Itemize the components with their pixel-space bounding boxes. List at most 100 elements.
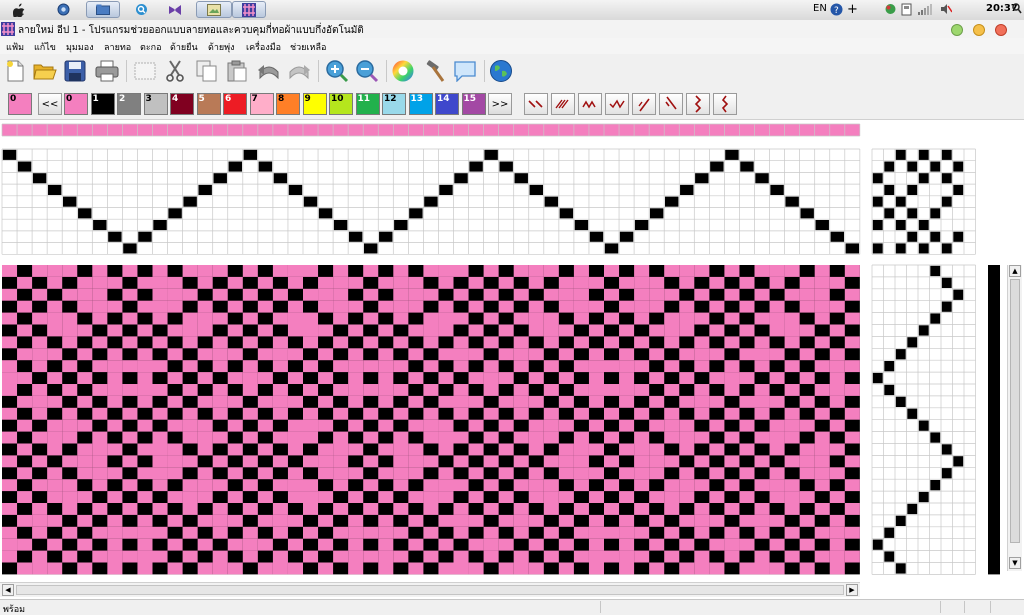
drawdown-weft-cell[interactable] xyxy=(784,503,800,515)
threading-cell[interactable] xyxy=(499,161,513,172)
drawdown-weft-cell[interactable] xyxy=(62,407,78,420)
drawdown-weft-cell[interactable] xyxy=(17,300,33,313)
drawdown-weft-cell[interactable] xyxy=(694,336,710,349)
drawdown-weft-cell[interactable] xyxy=(453,312,469,325)
drawdown-weft-cell[interactable] xyxy=(634,455,650,468)
drawdown-weft-cell[interactable] xyxy=(333,479,349,492)
drawdown-weft-cell[interactable] xyxy=(619,550,635,563)
threading-cell[interactable] xyxy=(559,208,574,219)
drawdown-weft-cell[interactable] xyxy=(543,431,559,444)
drawdown-weft-cell[interactable] xyxy=(498,419,514,432)
drawdown-weft-cell[interactable] xyxy=(679,265,695,277)
drawdown-weft-cell[interactable] xyxy=(182,407,198,420)
drawdown-weft-cell[interactable] xyxy=(408,324,424,337)
menu-file[interactable]: แฟ้ม xyxy=(6,40,24,54)
drawdown-weft-cell[interactable] xyxy=(814,431,830,444)
drawdown-weft-cell[interactable] xyxy=(272,312,288,325)
drawdown-weft-cell[interactable] xyxy=(408,514,424,527)
drawdown-weft-cell[interactable] xyxy=(829,395,845,408)
drawdown-weft-cell[interactable] xyxy=(528,479,544,492)
drawdown-weft-cell[interactable] xyxy=(543,265,559,277)
drawdown-weft-cell[interactable] xyxy=(378,526,394,539)
drawdown-weft-cell[interactable] xyxy=(438,467,454,480)
drawdown-weft-cell[interactable] xyxy=(829,491,845,503)
drawdown-weft-cell[interactable] xyxy=(212,514,228,527)
drawdown-weft-cell[interactable] xyxy=(694,407,710,420)
drawdown-weft-cell[interactable] xyxy=(814,265,830,277)
drawdown-weft-cell[interactable] xyxy=(197,372,213,384)
drawdown-weft-cell[interactable] xyxy=(784,288,800,301)
drawdown-weft-cell[interactable] xyxy=(739,538,755,551)
threading-cell[interactable] xyxy=(153,220,167,231)
drawdown-weft-cell[interactable] xyxy=(287,562,303,575)
drawdown-weft-cell[interactable] xyxy=(619,360,635,373)
drawdown-weft-cell[interactable] xyxy=(453,384,469,396)
drawdown-weft-cell[interactable] xyxy=(649,300,665,313)
drawdown-weft-cell[interactable] xyxy=(378,384,394,396)
drawdown-weft-cell[interactable] xyxy=(679,324,695,337)
drawdown-weft-cell[interactable] xyxy=(227,514,243,527)
drawdown-weft-cell[interactable] xyxy=(754,336,770,349)
drawdown-weft-cell[interactable] xyxy=(167,443,183,456)
drawdown-weft-cell[interactable] xyxy=(423,384,439,396)
drawdown-weft-cell[interactable] xyxy=(257,372,273,384)
drawdown-weft-cell[interactable] xyxy=(664,312,680,325)
drawdown-weft-cell[interactable] xyxy=(754,526,770,539)
drawdown-weft-cell[interactable] xyxy=(543,455,559,468)
drawdown-weft-cell[interactable] xyxy=(272,562,288,575)
drawdown-weft-cell[interactable] xyxy=(558,514,574,527)
drawdown-weft-cell[interactable] xyxy=(227,562,243,575)
drawdown-weft-cell[interactable] xyxy=(287,467,303,480)
drawdown-weft-cell[interactable] xyxy=(393,288,409,301)
drawdown-weft-cell[interactable] xyxy=(257,395,273,408)
drawdown-weft-cell[interactable] xyxy=(438,372,454,384)
drawdown-weft-cell[interactable] xyxy=(107,514,123,527)
tieup-cell[interactable] xyxy=(884,184,895,195)
drawdown-weft-cell[interactable] xyxy=(152,443,168,456)
palette-swatch-10[interactable]: 10 xyxy=(329,93,353,115)
drawdown-weft-cell[interactable] xyxy=(333,526,349,539)
drawdown-weft-cell[interactable] xyxy=(483,550,499,563)
drawdown-weft-cell[interactable] xyxy=(32,360,48,373)
drawdown-weft-cell[interactable] xyxy=(62,479,78,492)
threading-cell[interactable] xyxy=(800,208,814,219)
drawdown-weft-cell[interactable] xyxy=(32,395,48,408)
threading-cell[interactable] xyxy=(93,220,107,231)
drawdown-weft-cell[interactable] xyxy=(588,526,604,539)
treadling-cell[interactable] xyxy=(895,396,906,407)
drawdown-weft-cell[interactable] xyxy=(17,276,33,289)
drawdown-weft-cell[interactable] xyxy=(634,300,650,313)
drawdown-weft-cell[interactable] xyxy=(679,467,695,480)
menu-pattern[interactable]: ลายทอ xyxy=(104,40,131,54)
drawdown-weft-cell[interactable] xyxy=(649,395,665,408)
drawdown-weft-cell[interactable] xyxy=(634,288,650,301)
drawdown-weft-cell[interactable] xyxy=(77,395,93,408)
drawdown-weft-cell[interactable] xyxy=(122,288,138,301)
drawdown-weft-cell[interactable] xyxy=(814,443,830,456)
drawdown-weft-cell[interactable] xyxy=(378,276,394,289)
tieup-cell[interactable] xyxy=(930,161,941,172)
drawdown-weft-cell[interactable] xyxy=(649,419,665,432)
drawdown-weft-cell[interactable] xyxy=(784,431,800,444)
drawdown-weft-cell[interactable] xyxy=(227,276,243,289)
drawdown-weft-cell[interactable] xyxy=(724,312,740,325)
drawdown-weft-cell[interactable] xyxy=(287,276,303,289)
device-icon[interactable] xyxy=(901,3,912,19)
tieup-cell[interactable] xyxy=(930,208,941,219)
drawdown-weft-cell[interactable] xyxy=(619,276,635,289)
drawdown-weft-cell[interactable] xyxy=(272,336,288,349)
vertical-scrollbar[interactable]: ▲ ▼ xyxy=(1007,265,1022,571)
open-folder-icon[interactable] xyxy=(32,58,58,84)
drawdown-weft-cell[interactable] xyxy=(393,265,409,277)
threading-cell[interactable] xyxy=(213,173,227,184)
threading-cell[interactable] xyxy=(845,243,860,254)
drawdown-weft-cell[interactable] xyxy=(318,395,334,408)
tieup-cell[interactable] xyxy=(895,243,906,254)
drawdown-weft-cell[interactable] xyxy=(318,419,334,432)
drawdown-weft-cell[interactable] xyxy=(378,491,394,503)
drawdown-weft-cell[interactable] xyxy=(227,491,243,503)
speech-bubble-icon[interactable] xyxy=(452,58,478,84)
drawdown-weft-cell[interactable] xyxy=(242,312,258,325)
drawdown-weft-cell[interactable] xyxy=(303,431,319,444)
drawdown-weft-cell[interactable] xyxy=(122,360,138,373)
